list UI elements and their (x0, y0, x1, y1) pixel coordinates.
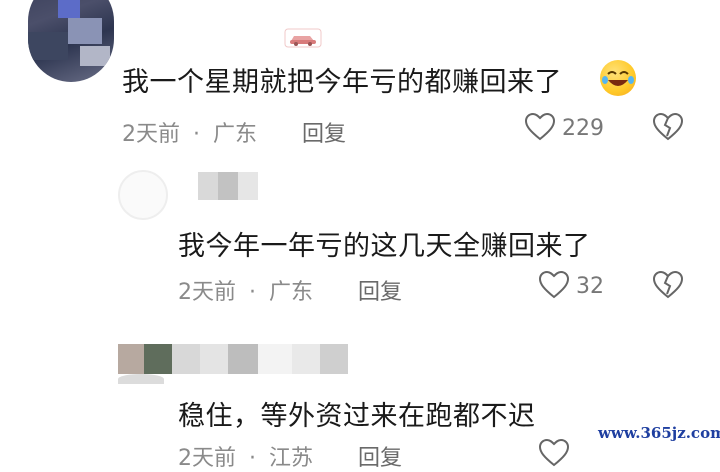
like-count: 229 (562, 116, 604, 141)
heart-outline-icon[interactable] (524, 112, 556, 142)
car-badge-icon (284, 28, 322, 48)
meta-separator: · (249, 280, 256, 305)
reply-button[interactable]: 回复 (358, 274, 402, 306)
rolling-laughing-emoji-icon (600, 60, 636, 96)
comment-text: 我今年一年亏的这几天全赚回来了 (178, 231, 591, 262)
heart-outline-icon[interactable] (538, 270, 570, 300)
meta-separator: · (193, 122, 200, 147)
avatar[interactable] (28, 0, 114, 82)
comment-text: 我一个星期就把今年亏的都赚回来了 (122, 67, 562, 98)
avatar[interactable] (118, 170, 168, 220)
comment-meta: 2天前 · 广东 (178, 274, 313, 306)
username-blurred (118, 344, 358, 374)
comment-meta: 2天前 · 广东 (122, 116, 257, 148)
comment-text: 稳住，等外资过来在跑都不迟 (178, 401, 536, 432)
username-blurred (198, 172, 258, 200)
avatar[interactable] (118, 374, 164, 384)
comment-time: 2天前 (178, 280, 236, 305)
like-count: 32 (576, 274, 604, 299)
comment-time: 2天前 (122, 122, 180, 147)
broken-heart-icon[interactable] (652, 112, 684, 142)
watermark: www.365jz.com (598, 424, 720, 442)
comment-meta: 2天前 · 江苏 (178, 440, 313, 472)
reply-button[interactable]: 回复 (302, 116, 346, 148)
reply-button[interactable]: 回复 (358, 440, 402, 472)
broken-heart-icon[interactable] (652, 270, 684, 300)
heart-outline-icon[interactable] (538, 438, 570, 468)
comment-location: 广东 (269, 280, 314, 305)
comment-location: 广东 (213, 122, 258, 147)
